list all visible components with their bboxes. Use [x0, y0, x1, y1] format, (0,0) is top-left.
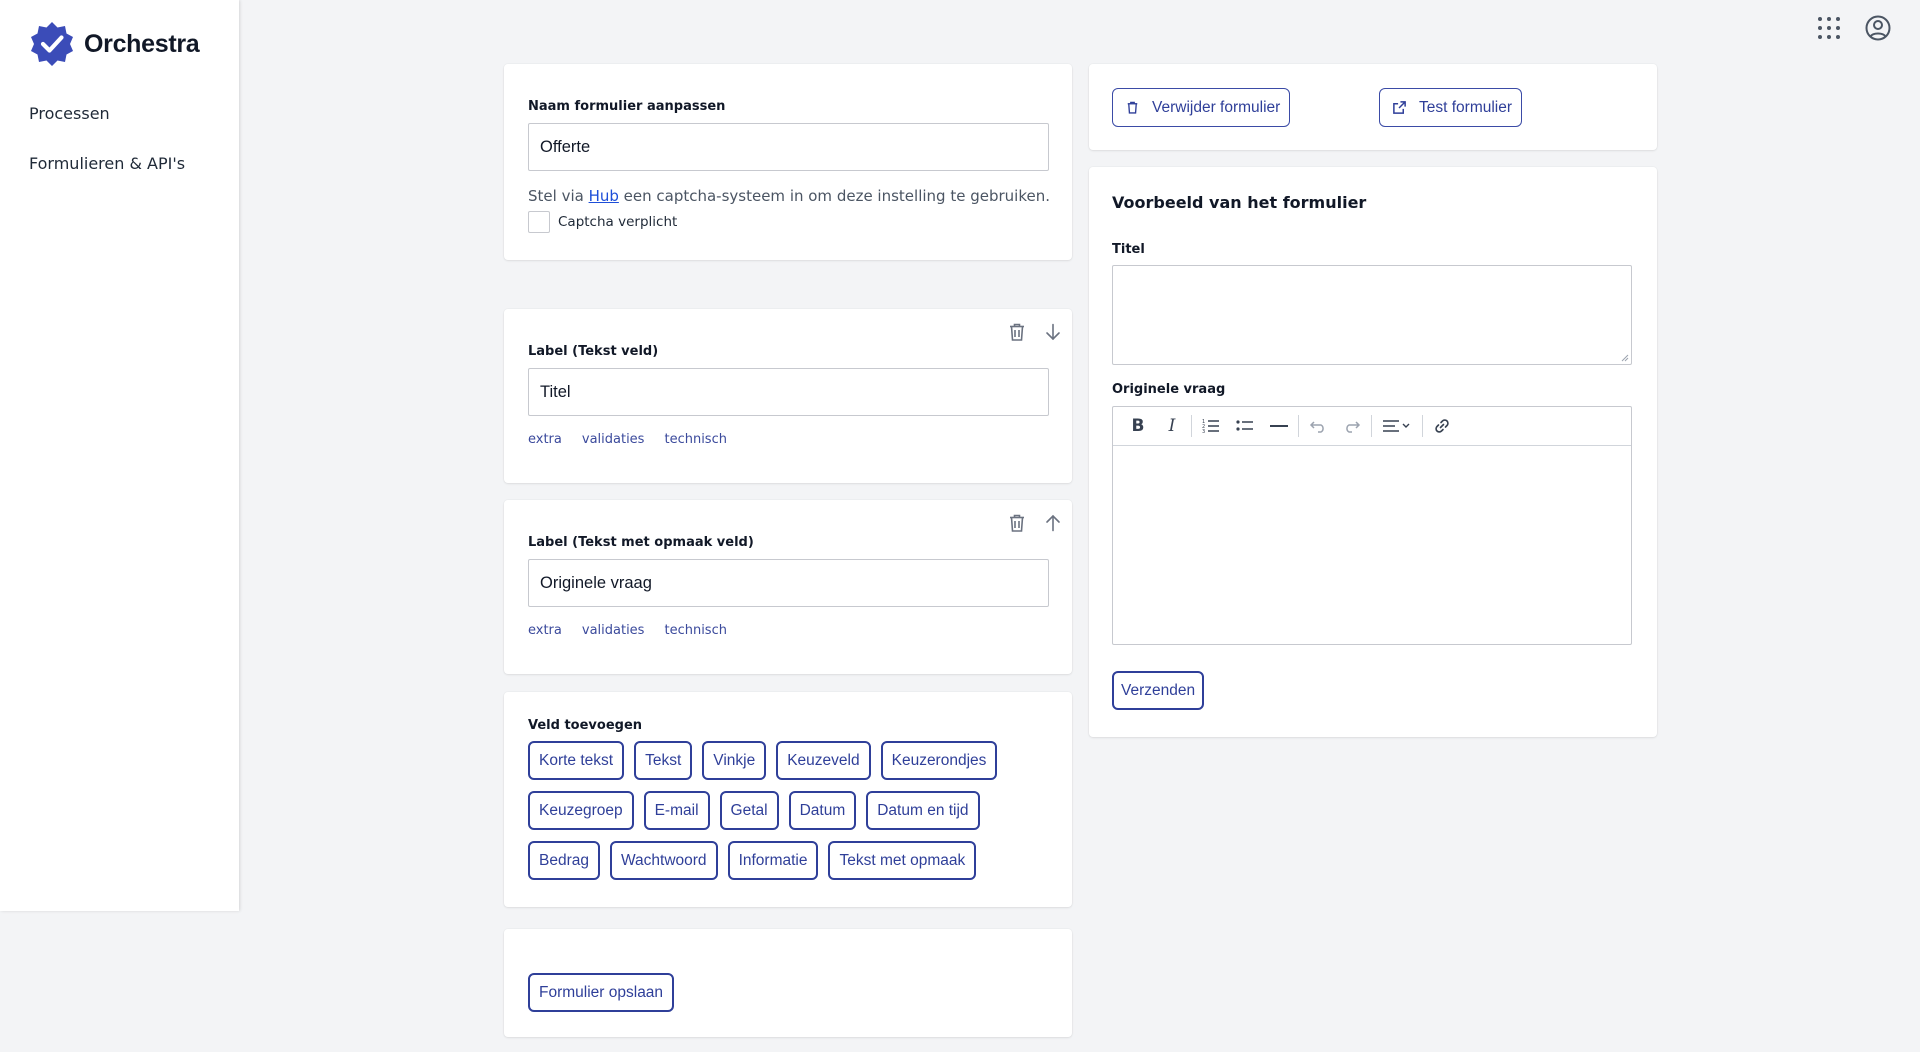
redo-icon[interactable] — [1335, 411, 1369, 441]
field-card: Label (Tekst veld) extra validaties tech… — [504, 309, 1072, 483]
test-form-button[interactable]: Test formulier — [1379, 88, 1523, 127]
sidebar-item-processen[interactable]: Processen — [29, 104, 185, 124]
preview-field-label: Titel — [1112, 242, 1145, 257]
field-links: extra validaties technisch — [528, 623, 1049, 638]
undo-icon[interactable] — [1301, 411, 1335, 441]
bullet-list-icon[interactable] — [1228, 411, 1262, 441]
captcha-hint-before: Stel via — [528, 187, 589, 205]
field-links: extra validaties technisch — [528, 432, 1049, 447]
ordered-list-icon[interactable]: 123 — [1194, 411, 1228, 441]
add-getal-button[interactable]: Getal — [719, 791, 779, 830]
link-extra[interactable]: extra — [528, 432, 562, 447]
link-extra[interactable]: extra — [528, 623, 562, 638]
sidebar-nav: Processen Formulieren & API's — [29, 104, 185, 204]
save-card: Formulier opslaan — [504, 929, 1072, 1037]
add-tekst-button[interactable]: Tekst — [634, 741, 693, 780]
sidebar: Orchestra Processen Formulieren & API's — [0, 0, 239, 911]
toolbar-divider — [1422, 415, 1423, 437]
resize-handle-icon[interactable] — [1619, 352, 1629, 362]
toolbar-divider — [1298, 415, 1299, 437]
delete-form-label: Verwijder formulier — [1152, 98, 1281, 116]
captcha-hint-after: een captcha-systeem in om deze instellin… — [618, 187, 1050, 205]
trash-icon — [1125, 100, 1140, 115]
add-email-button[interactable]: E-mail — [643, 791, 710, 830]
add-keuzerondjes-button[interactable]: Keuzerondjes — [880, 741, 998, 780]
field-label-input[interactable] — [528, 559, 1049, 607]
top-right-toolbar — [1816, 14, 1892, 42]
captcha-checkbox[interactable] — [528, 211, 550, 233]
captcha-hint: Stel via Hub een captcha-systeem in om d… — [528, 187, 1050, 205]
field-label: Label (Tekst veld) — [528, 344, 659, 359]
bold-icon[interactable]: B — [1121, 411, 1155, 441]
add-keuzegroep-button[interactable]: Keuzegroep — [528, 791, 634, 830]
link-icon[interactable] — [1425, 411, 1459, 441]
form-name-label: Naam formulier aanpassen — [528, 99, 726, 114]
captcha-row: Captcha verplicht — [528, 211, 1050, 233]
add-vinkje-button[interactable]: Vinkje — [702, 741, 767, 780]
svg-text:3: 3 — [1202, 429, 1205, 434]
link-validaties[interactable]: validaties — [582, 432, 645, 447]
hub-link[interactable]: Hub — [589, 187, 619, 205]
toolbar-divider — [1371, 415, 1372, 437]
add-field-card: Veld toevoegen Korte tekst Tekst Vinkje … — [504, 692, 1072, 907]
delete-form-button[interactable]: Verwijder formulier — [1112, 88, 1291, 127]
preview-title: Voorbeeld van het formulier — [1112, 193, 1367, 212]
horizontal-rule-icon[interactable] — [1262, 411, 1296, 441]
add-wachtwoord-button[interactable]: Wachtwoord — [609, 841, 718, 880]
captcha-label: Captcha verplicht — [558, 214, 678, 230]
italic-icon[interactable]: I — [1155, 411, 1189, 441]
link-validaties[interactable]: validaties — [582, 623, 645, 638]
link-technisch[interactable]: technisch — [664, 432, 727, 447]
orchestra-logo-icon — [31, 22, 73, 66]
add-keuzeveld-button[interactable]: Keuzeveld — [776, 741, 871, 780]
field-card: Label (Tekst met opmaak veld) extra vali… — [504, 500, 1072, 674]
field-label-input[interactable] — [528, 368, 1049, 416]
brand[interactable]: Orchestra — [28, 20, 200, 68]
add-datum-button[interactable]: Datum — [788, 791, 857, 830]
sidebar-item-formulieren[interactable]: Formulieren & API's — [29, 154, 185, 174]
account-circle-icon[interactable] — [1864, 14, 1892, 42]
save-form-button[interactable]: Formulier opslaan — [528, 973, 675, 1012]
form-name-input[interactable] — [528, 123, 1049, 171]
test-form-label: Test formulier — [1419, 98, 1513, 116]
submit-button[interactable]: Verzenden — [1112, 671, 1205, 710]
align-icon[interactable] — [1374, 411, 1420, 441]
link-technisch[interactable]: technisch — [664, 623, 727, 638]
toolbar-divider — [1191, 415, 1192, 437]
field-label: Label (Tekst met opmaak veld) — [528, 535, 754, 550]
add-datum-en-tijd-button[interactable]: Datum en tijd — [866, 791, 980, 830]
app-name: Orchestra — [84, 29, 200, 58]
add-tekst-met-opmaak-button[interactable]: Tekst met opmaak — [828, 841, 977, 880]
add-bedrag-button[interactable]: Bedrag — [528, 841, 600, 880]
form-preview-card: Voorbeeld van het formulier Titel Origin… — [1089, 167, 1657, 737]
apps-grid-icon[interactable] — [1816, 15, 1842, 41]
preview-field-label: Originele vraag — [1112, 382, 1226, 397]
add-field-title: Veld toevoegen — [528, 718, 643, 733]
form-actions-card: Verwijder formulier Test formulier — [1089, 64, 1657, 150]
add-korte-tekst-button[interactable]: Korte tekst — [528, 741, 625, 780]
preview-textarea[interactable] — [1112, 265, 1632, 365]
add-field-buttons: Korte tekst Tekst Vinkje Keuzeveld Keuze… — [528, 741, 1048, 880]
add-informatie-button[interactable]: Informatie — [727, 841, 819, 880]
form-name-card: Naam formulier aanpassen Stel via Hub ee… — [504, 64, 1072, 260]
editor-toolbar: B I 123 — [1113, 407, 1631, 446]
rich-text-editor[interactable]: B I 123 — [1112, 406, 1632, 645]
external-link-icon — [1392, 100, 1407, 115]
